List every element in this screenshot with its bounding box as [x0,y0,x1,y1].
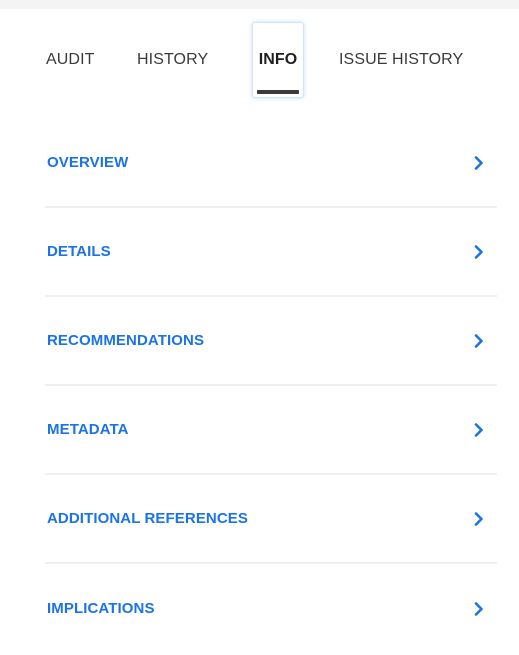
chevron-right-icon [469,242,489,262]
section-label-additional-references: ADDITIONAL REFERENCES [47,510,249,527]
tab-info[interactable]: INFO [252,22,304,98]
chevron-right-icon [469,599,489,619]
chevron-right-icon [469,509,489,529]
chevron-right-icon [469,153,489,173]
section-recommendations[interactable]: RECOMMENDATIONS [45,297,497,386]
section-details[interactable]: DETAILS [45,208,497,297]
chevron-right-icon [469,331,489,351]
info-sections-list: OVERVIEW DETAILS RECOMMENDATIONS METADAT… [45,119,497,653]
tab-history[interactable]: HISTORY [137,22,208,98]
section-label-recommendations: RECOMMENDATIONS [47,332,205,349]
tab-audit[interactable]: AUDIT [46,22,95,98]
tab-issue-history[interactable]: ISSUE HISTORY [339,22,463,98]
section-label-overview: OVERVIEW [47,154,129,171]
section-additional-references[interactable]: ADDITIONAL REFERENCES [45,475,497,564]
section-metadata[interactable]: METADATA [45,386,497,475]
section-implications[interactable]: IMPLICATIONS [45,564,497,653]
section-label-metadata: METADATA [47,421,129,438]
tab-bar: AUDIT HISTORY INFO ISSUE HISTORY [0,22,519,98]
top-strip [0,0,519,9]
chevron-right-icon [469,420,489,440]
section-overview[interactable]: OVERVIEW [45,119,497,208]
section-label-details: DETAILS [47,243,111,260]
section-label-implications: IMPLICATIONS [47,600,155,617]
